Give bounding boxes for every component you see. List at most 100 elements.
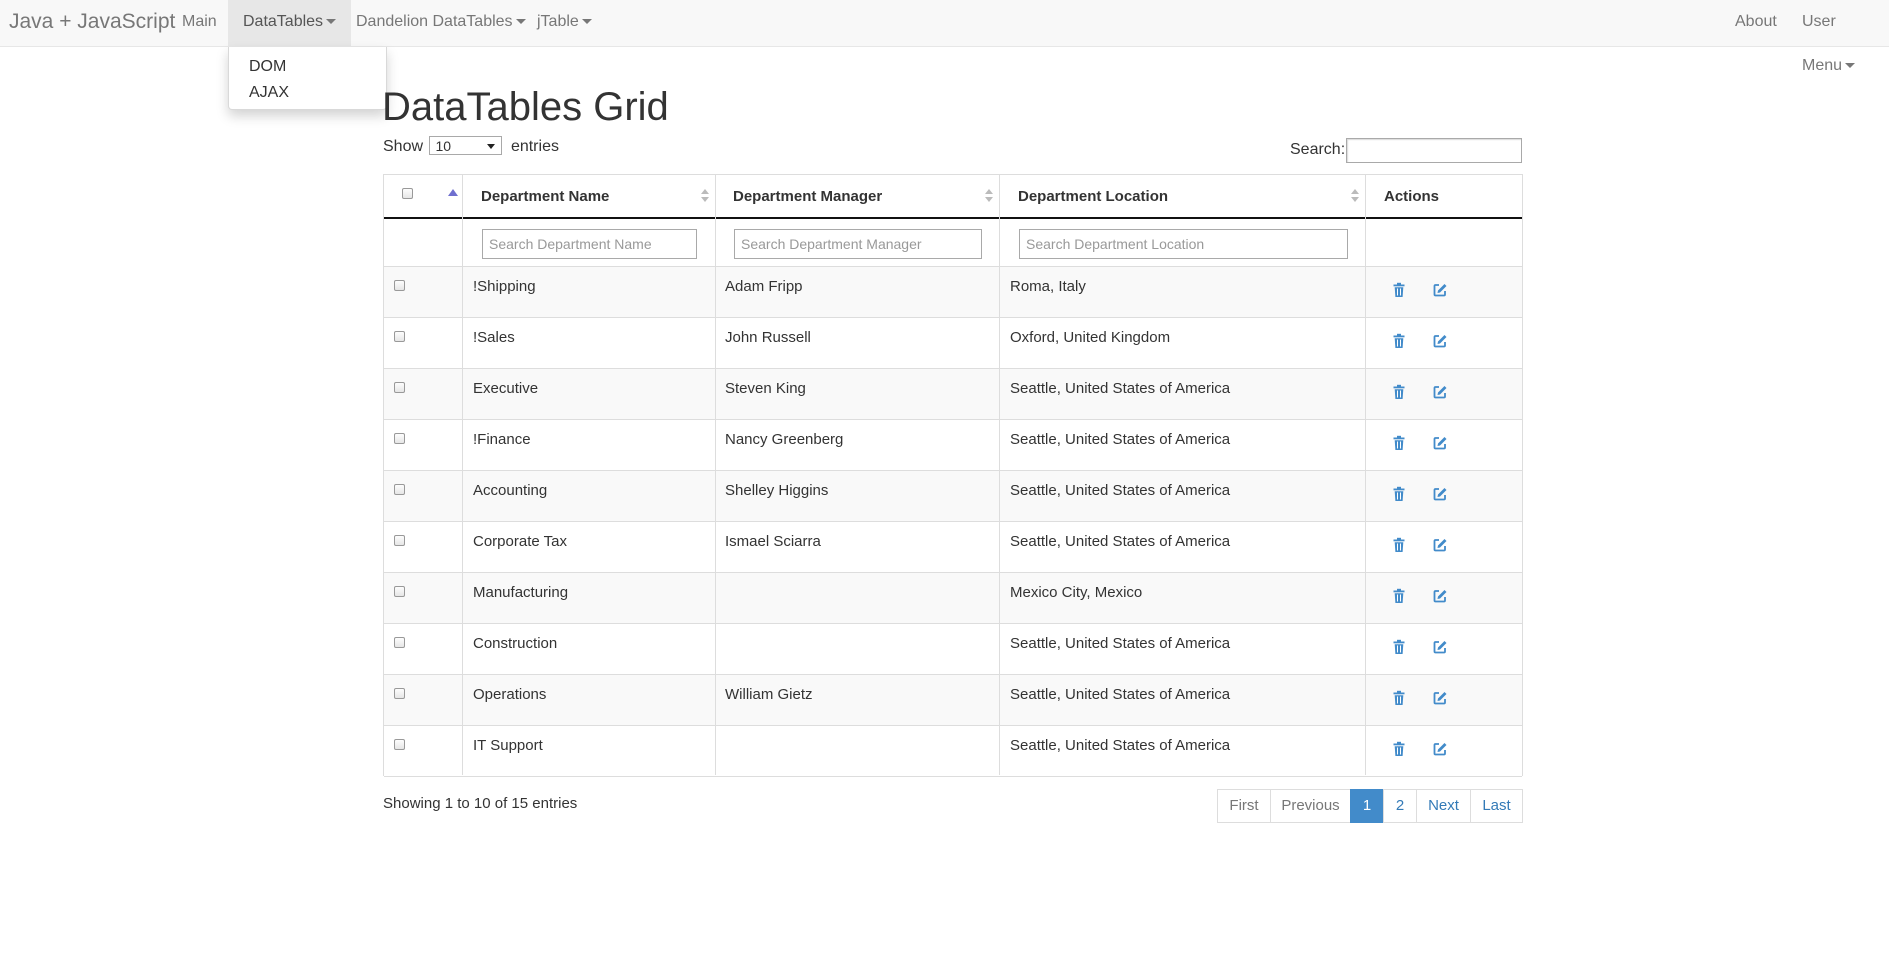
cell-department-location: Roma, Italy — [1010, 278, 1086, 295]
trash-icon[interactable] — [1391, 486, 1407, 502]
filter-department-name-input[interactable]: Search Department Name — [482, 229, 697, 259]
entries-label: entries — [510, 138, 559, 155]
cell-department-name: Manufacturing — [473, 584, 569, 601]
cell-department-location: Seattle, United States of America — [1010, 533, 1231, 550]
pagination-page-2[interactable]: 2 — [1383, 789, 1417, 823]
row-checkbox[interactable] — [394, 280, 405, 291]
show-label: Show — [383, 138, 424, 155]
brand[interactable]: Java + JavaScript — [9, 0, 175, 47]
edit-icon[interactable] — [1432, 537, 1448, 553]
cell-department-location: Oxford, United Kingdom — [1010, 329, 1171, 346]
edit-icon[interactable] — [1432, 282, 1448, 298]
page-length-select[interactable]: 10 — [429, 136, 503, 156]
cell-department-manager: Shelley Higgins — [725, 482, 829, 499]
table-row: Construction Seattle, United States of Am… — [384, 624, 1522, 675]
search-input[interactable] — [1346, 138, 1522, 163]
nav-about[interactable]: About — [1720, 0, 1792, 47]
row-checkbox[interactable] — [394, 739, 405, 750]
table-row: !Sales John Russell Oxford, United Kingdom — [384, 318, 1522, 369]
pagination-previous[interactable]: Previous — [1270, 789, 1351, 823]
sort-icon[interactable] — [1351, 189, 1359, 203]
edit-icon[interactable] — [1432, 690, 1448, 706]
sort-icon[interactable] — [701, 189, 709, 203]
cell-department-manager: Nancy Greenberg — [725, 431, 844, 448]
header-actions: Actions — [1384, 188, 1440, 205]
filter-department-location-input[interactable]: Search Department Location — [1019, 229, 1348, 259]
select-arrow-icon — [487, 144, 496, 150]
data-table: Department Name Department Manager Depar… — [383, 174, 1523, 777]
row-checkbox[interactable] — [394, 331, 405, 342]
dropdown-item-ajax[interactable]: AJAX — [249, 82, 289, 104]
nav-datatables[interactable]: DataTables — [228, 0, 352, 47]
edit-icon[interactable] — [1432, 435, 1448, 451]
trash-icon[interactable] — [1391, 435, 1407, 451]
edit-icon[interactable] — [1432, 588, 1448, 604]
trash-icon[interactable] — [1391, 588, 1407, 604]
pagination-last[interactable]: Last — [1470, 789, 1523, 823]
row-checkbox[interactable] — [394, 382, 405, 393]
caret-down-icon — [326, 19, 337, 25]
nav-main[interactable]: Main — [167, 0, 232, 47]
filter-department-manager-input[interactable]: Search Department Manager — [734, 229, 982, 259]
nav-dandelion-datatables[interactable]: Dandelion DataTables — [341, 0, 541, 47]
row-checkbox[interactable] — [394, 688, 405, 699]
nav-user-menu[interactable]: User Menu — [1787, 0, 1889, 74]
row-checkbox[interactable] — [394, 637, 405, 648]
cell-department-name: Construction — [473, 635, 558, 652]
table-row: !Shipping Adam Fripp Roma, Italy — [384, 267, 1522, 318]
pagination-first[interactable]: First — [1217, 789, 1271, 823]
nav-jtable[interactable]: jTable — [522, 0, 607, 47]
trash-icon[interactable] — [1391, 384, 1407, 400]
table-row: IT Support Seattle, United States of Amer… — [384, 726, 1522, 777]
header-department-name[interactable]: Department Name — [481, 188, 609, 206]
table-row: Manufacturing Mexico City, Mexico — [384, 573, 1522, 624]
datatables-dropdown-menu: DOM AJAX — [228, 47, 387, 110]
row-checkbox[interactable] — [394, 586, 405, 597]
trash-icon[interactable] — [1391, 741, 1407, 757]
table-row: Executive Steven King Seattle, United Stat… — [384, 369, 1522, 420]
trash-icon[interactable] — [1391, 282, 1407, 298]
trash-icon[interactable] — [1391, 537, 1407, 553]
dropdown-item-dom[interactable]: DOM — [249, 56, 286, 78]
column-divider — [715, 175, 716, 775]
row-checkbox[interactable] — [394, 535, 405, 546]
table-row: Accounting Shelley Higgins Seattle, United… — [384, 471, 1522, 522]
table-row: !Finance Nancy Greenberg Seattle, United S… — [384, 420, 1522, 471]
select-all-checkbox[interactable] — [402, 188, 413, 199]
column-divider — [999, 175, 1000, 775]
cell-department-location: Seattle, United States of America — [1010, 380, 1231, 397]
cell-department-name: Operations — [473, 686, 547, 703]
cell-department-name: !Finance — [473, 431, 531, 448]
edit-icon[interactable] — [1432, 741, 1448, 757]
cell-department-location: Seattle, United States of America — [1010, 635, 1231, 652]
column-divider — [1365, 175, 1366, 775]
row-checkbox[interactable] — [394, 484, 405, 495]
cell-department-location: Mexico City, Mexico — [1010, 584, 1143, 601]
cell-department-name: !Shipping — [473, 278, 536, 295]
cell-department-name: Accounting — [473, 482, 548, 499]
length-control: Show 10 entries — [383, 136, 559, 158]
header-department-manager[interactable]: Department Manager — [733, 188, 882, 206]
cell-department-manager: Adam Fripp — [725, 278, 803, 295]
trash-icon[interactable] — [1391, 639, 1407, 655]
column-divider — [462, 175, 463, 775]
cell-department-manager: Ismael Sciarra — [725, 533, 821, 550]
edit-icon[interactable] — [1432, 333, 1448, 349]
cell-department-manager: John Russell — [725, 329, 811, 346]
edit-icon[interactable] — [1432, 384, 1448, 400]
trash-icon[interactable] — [1391, 690, 1407, 706]
pagination-page-1[interactable]: 1 — [1350, 789, 1384, 823]
table-row: Corporate Tax Ismael Sciarra Seattle, Unit… — [384, 522, 1522, 573]
filter-row: Search Department Name Search Department… — [384, 219, 1522, 267]
sort-asc-icon[interactable] — [448, 189, 458, 196]
edit-icon[interactable] — [1432, 486, 1448, 502]
row-checkbox[interactable] — [394, 433, 405, 444]
trash-icon[interactable] — [1391, 333, 1407, 349]
edit-icon[interactable] — [1432, 639, 1448, 655]
cell-department-location: Seattle, United States of America — [1010, 482, 1231, 499]
sort-icon[interactable] — [985, 189, 993, 203]
search-label: Search: — [1290, 141, 1346, 158]
header-department-location[interactable]: Department Location — [1018, 188, 1168, 206]
cell-department-name: Executive — [473, 380, 539, 397]
pagination-next[interactable]: Next — [1416, 789, 1471, 823]
